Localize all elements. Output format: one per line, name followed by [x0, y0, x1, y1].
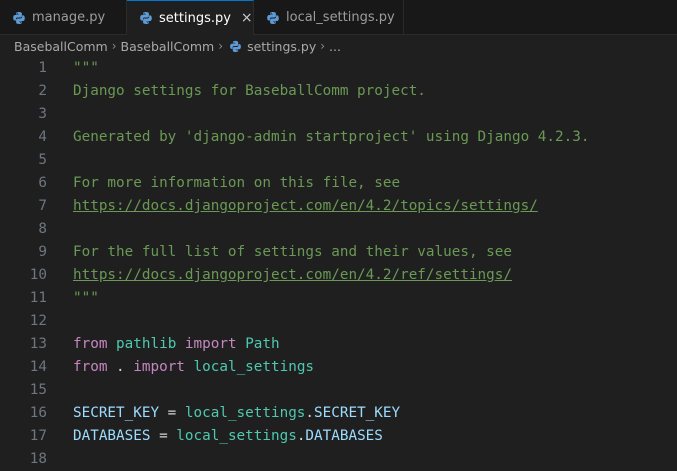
code-token: Generated by 'django-admin startproject'…: [73, 129, 590, 145]
code-token: SECRET_KEY: [314, 405, 401, 421]
breadcrumb-item-file[interactable]: settings.py: [247, 39, 316, 54]
python-file-icon: [229, 40, 242, 53]
code-line[interactable]: 1 """: [0, 57, 677, 80]
code-line[interactable]: 7 https://docs.djangoproject.com/en/4.2/t…: [0, 195, 677, 218]
tab-manage-py[interactable]: manage.py: [0, 0, 127, 35]
code-editor[interactable]: 1 """ 2 Django settings for BaseballComm pr…: [0, 57, 677, 467]
line-number: 10: [29, 267, 47, 283]
code-token: local_settings: [193, 359, 315, 375]
code-token: import: [133, 359, 185, 375]
code-token[interactable]: https://docs.djangoproject.com/en/4.2/to…: [73, 198, 538, 214]
line-number: 18: [29, 451, 47, 467]
code-token: For more information on this file, see: [73, 175, 401, 191]
code-token: from: [73, 336, 108, 352]
code-token: """: [73, 290, 99, 306]
code-token: import: [184, 336, 237, 352]
code-line[interactable]: 8: [0, 218, 677, 241]
editor-tab-bar: manage.py settings.py × local_settings.p…: [0, 0, 677, 35]
code-text: from pathlib import Path: [73, 333, 280, 356]
code-text: SECRET_KEY = local_settings.SECRET_KEY: [73, 402, 400, 425]
code-line[interactable]: 3: [0, 103, 677, 126]
code-text: https://docs.djangoproject.com/en/4.2/to…: [73, 195, 538, 218]
code-line[interactable]: 4 Generated by 'django-admin startproject…: [0, 126, 677, 149]
code-token: =: [159, 405, 185, 421]
code-text: Generated by 'django-admin startproject'…: [73, 126, 589, 149]
line-number: 11: [29, 290, 47, 306]
code-line[interactable]: 12: [0, 310, 677, 333]
code-text: For the full list of settings and their …: [73, 241, 512, 264]
code-token[interactable]: https://docs.djangoproject.com/en/4.2/re…: [73, 267, 512, 283]
line-number: 5: [38, 152, 47, 168]
chevron-right-icon: ›: [320, 39, 326, 53]
code-line[interactable]: 9 For the full list of settings and their…: [0, 241, 677, 264]
code-line[interactable]: 10 https://docs.djangoproject.com/en/4.2/…: [0, 264, 677, 287]
python-file-icon: [266, 11, 280, 25]
python-file-icon: [12, 11, 26, 25]
tab-settings-py[interactable]: settings.py ×: [127, 0, 254, 35]
code-text: DATABASES = local_settings.DATABASES: [73, 425, 383, 448]
line-number: 8: [38, 221, 47, 237]
code-text: from . import local_settings: [73, 356, 314, 379]
code-token: pathlib: [116, 336, 177, 352]
code-line[interactable]: 17 DATABASES = local_settings.DATABASES: [0, 425, 677, 448]
code-line[interactable]: 14 from . import local_settings: [0, 356, 677, 379]
code-token: Django settings for BaseballComm project…: [73, 83, 426, 99]
breadcrumb-item-subfolder[interactable]: BaseballComm: [121, 39, 215, 54]
breadcrumb-item-symbols[interactable]: ...: [329, 39, 341, 54]
code-token: local_settings: [176, 428, 297, 444]
line-number: 9: [38, 244, 47, 260]
line-number: 4: [38, 129, 47, 145]
code-token: .: [107, 359, 134, 375]
code-line[interactable]: 18: [0, 448, 677, 471]
code-token: =: [150, 428, 177, 444]
code-token: SECRET_KEY: [73, 405, 160, 421]
code-token: For the full list of settings and their …: [73, 244, 512, 260]
line-number: 12: [29, 313, 47, 329]
code-line[interactable]: 11 """: [0, 287, 677, 310]
code-line[interactable]: 13 from pathlib import Path: [0, 333, 677, 356]
line-number: 1: [38, 60, 47, 76]
code-token: Path: [245, 336, 280, 352]
line-number: 16: [29, 405, 47, 421]
code-line[interactable]: 16 SECRET_KEY = local_settings.SECRET_KEY: [0, 402, 677, 425]
line-number: 2: [38, 83, 47, 99]
code-text: For more information on this file, see: [73, 172, 400, 195]
line-number: 15: [29, 382, 47, 398]
tab-label: local_settings.py: [286, 10, 395, 25]
code-token: .: [305, 405, 315, 421]
code-text: Django settings for BaseballComm project…: [73, 80, 426, 103]
code-text: """: [73, 287, 99, 310]
tab-local-settings-py[interactable]: local_settings.py: [254, 0, 404, 35]
line-number: 17: [29, 428, 47, 444]
line-number: 14: [29, 359, 47, 375]
code-line[interactable]: 5: [0, 149, 677, 172]
breadcrumb: BaseballComm › BaseballComm › settings.p…: [0, 35, 677, 57]
code-token: from: [73, 359, 108, 375]
code-text: """: [73, 57, 99, 80]
line-number: 13: [29, 336, 47, 352]
code-token: DATABASES: [305, 428, 383, 444]
code-line[interactable]: 2 Django settings for BaseballComm projec…: [0, 80, 677, 103]
code-token: local_settings: [184, 405, 306, 421]
line-number: 7: [38, 198, 47, 214]
line-number: 6: [38, 175, 47, 191]
chevron-right-icon: ›: [218, 39, 224, 53]
code-token: """: [73, 60, 99, 76]
code-text: https://docs.djangoproject.com/en/4.2/re…: [73, 264, 512, 287]
line-number: 3: [38, 106, 47, 122]
code-line[interactable]: 15: [0, 379, 677, 402]
code-line[interactable]: 6 For more information on this file, see: [0, 172, 677, 195]
breadcrumb-item-folder[interactable]: BaseballComm: [14, 39, 108, 54]
python-file-icon: [139, 11, 153, 25]
close-icon[interactable]: ×: [241, 11, 253, 25]
tab-label: settings.py: [159, 10, 231, 26]
code-token: DATABASES: [73, 428, 151, 444]
chevron-right-icon: ›: [111, 39, 117, 53]
tab-label: manage.py: [32, 10, 106, 25]
